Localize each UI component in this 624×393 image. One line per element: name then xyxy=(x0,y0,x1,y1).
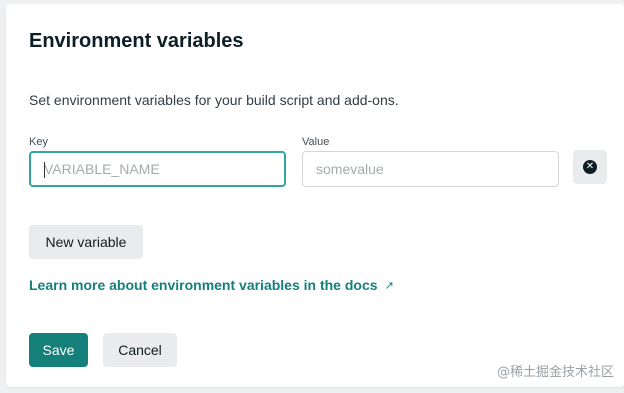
panel-description: Set environment variables for your build… xyxy=(29,92,399,108)
close-circle-icon: ✕ xyxy=(583,160,597,174)
external-arrow-icon: ↗ xyxy=(384,279,394,292)
value-input[interactable] xyxy=(302,151,559,187)
panel-title: Environment variables xyxy=(29,30,244,52)
remove-variable-button[interactable]: ✕ xyxy=(573,150,607,184)
docs-link-text: Learn more about environment variables i… xyxy=(29,277,378,293)
watermark: @稀土掘金技术社区 xyxy=(496,365,614,380)
cancel-button[interactable]: Cancel xyxy=(103,333,177,367)
environment-variables-panel: Environment variables Set environment va… xyxy=(6,4,624,387)
key-label: Key xyxy=(29,136,48,148)
value-label: Value xyxy=(302,136,330,148)
new-variable-button[interactable]: New variable xyxy=(29,225,143,259)
text-cursor xyxy=(44,162,45,178)
save-button[interactable]: Save xyxy=(29,333,88,367)
key-input[interactable] xyxy=(29,151,286,187)
docs-link[interactable]: Learn more about environment variables i… xyxy=(29,277,394,293)
